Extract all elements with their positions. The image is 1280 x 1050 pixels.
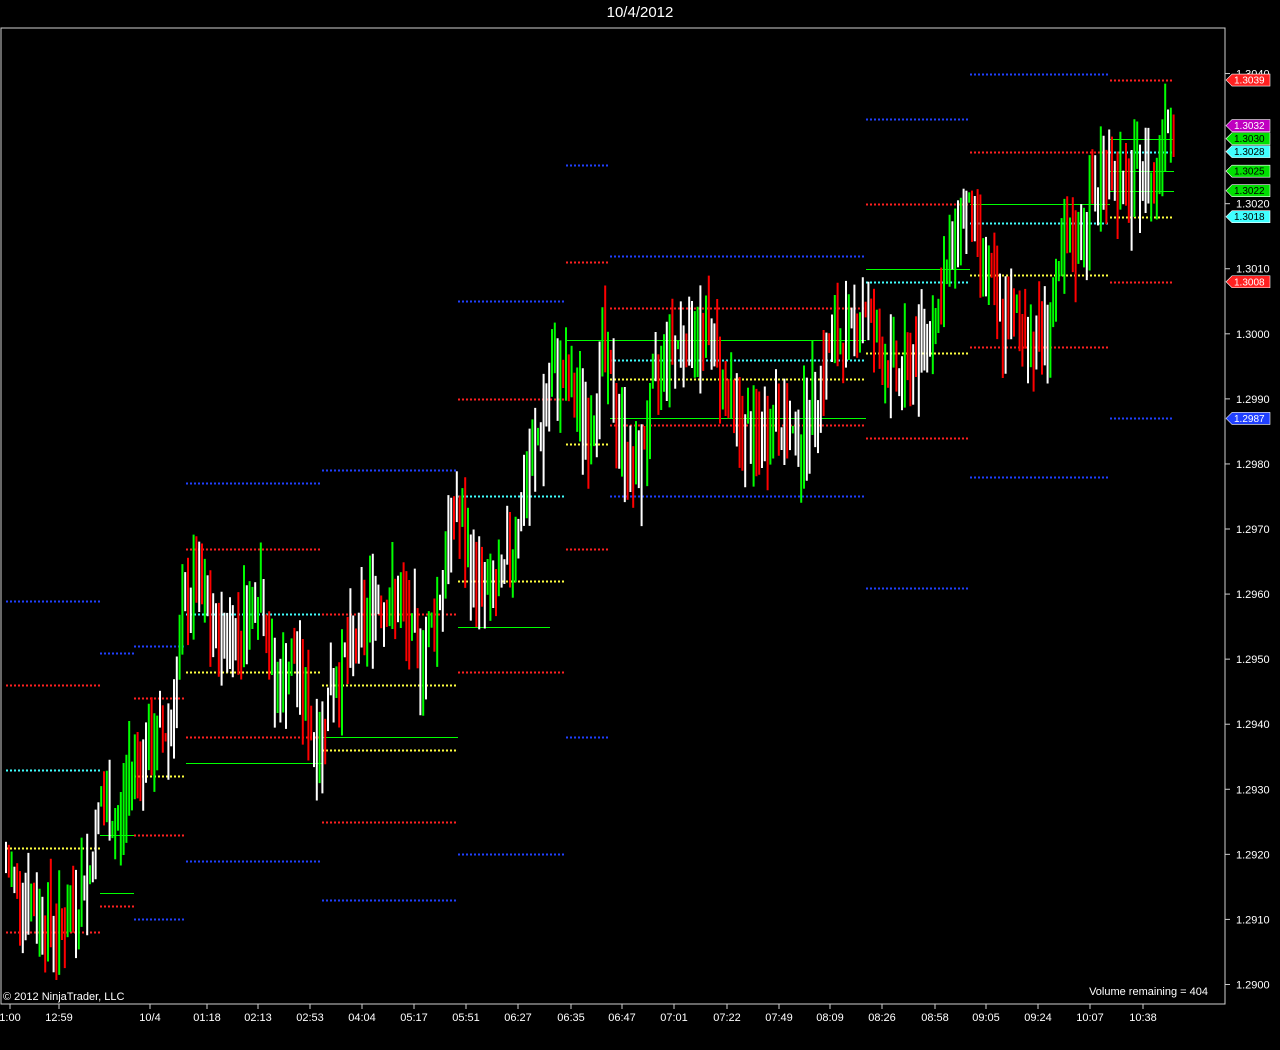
y-tick-label: 1.2950 bbox=[1236, 654, 1270, 666]
price-tags: 1.3039 1.3032 1.3030 1.3028 1.3025 1.3022 1.30… bbox=[1225, 73, 1271, 425]
x-tick-label: 05:17 bbox=[400, 1012, 428, 1024]
x-tick-label: 12:59 bbox=[45, 1012, 73, 1024]
x-tick-label: 05:51 bbox=[452, 1012, 480, 1024]
y-tick-label: 1.2930 bbox=[1236, 784, 1270, 796]
volume-remaining: Volume remaining = 404 bbox=[1089, 986, 1208, 998]
price-tag-label: 1.3008 bbox=[1234, 277, 1265, 288]
price-axis: 1.30401.30201.30101.30001.29901.29801.29… bbox=[1225, 69, 1270, 991]
bars-layer bbox=[5, 83, 1175, 980]
price-tag-label: 1.3032 bbox=[1234, 121, 1265, 132]
x-tick-label: 08:26 bbox=[868, 1012, 896, 1024]
x-tick-label: 08:09 bbox=[816, 1012, 844, 1024]
price-tag-label: 1.3030 bbox=[1234, 134, 1265, 145]
y-tick-label: 1.3020 bbox=[1236, 199, 1270, 211]
x-tick-label: 1:00 bbox=[0, 1012, 21, 1024]
y-tick-label: 1.2920 bbox=[1236, 849, 1270, 861]
y-tick-label: 1.2910 bbox=[1236, 914, 1270, 926]
time-axis: 1:00 12:59 10/4 01:18 02:13 02:53 04:04 05:17 05… bbox=[0, 1004, 1157, 1024]
copyright-text: © 2012 NinjaTrader, LLC bbox=[3, 991, 125, 1003]
x-tick-label: 07:49 bbox=[765, 1012, 793, 1024]
x-tick-label: 02:53 bbox=[296, 1012, 324, 1024]
y-tick-label: 1.2990 bbox=[1236, 394, 1270, 406]
x-tick-label: 09:24 bbox=[1024, 1012, 1052, 1024]
x-tick-label: 10/4 bbox=[139, 1012, 160, 1024]
x-tick-label: 07:01 bbox=[660, 1012, 688, 1024]
price-tag-label: 1.3018 bbox=[1234, 212, 1265, 223]
y-tick-label: 1.2970 bbox=[1236, 524, 1270, 536]
y-tick-label: 1.2900 bbox=[1236, 979, 1270, 991]
x-tick-label: 08:58 bbox=[921, 1012, 949, 1024]
x-tick-label: 10:38 bbox=[1129, 1012, 1157, 1024]
y-tick-label: 1.2960 bbox=[1236, 589, 1270, 601]
x-tick-label: 01:18 bbox=[193, 1012, 221, 1024]
x-tick-label: 06:47 bbox=[608, 1012, 636, 1024]
price-chart[interactable]: 1.30401.30201.30101.30001.29901.29801.29… bbox=[0, 0, 1280, 1050]
price-tag-label: 1.3022 bbox=[1234, 186, 1265, 197]
y-tick-label: 1.2980 bbox=[1236, 459, 1270, 471]
x-tick-label: 02:13 bbox=[244, 1012, 272, 1024]
price-tag-label: 1.3039 bbox=[1234, 76, 1265, 87]
x-tick-label: 04:04 bbox=[348, 1012, 376, 1024]
x-tick-label: 10:07 bbox=[1076, 1012, 1104, 1024]
y-tick-label: 1.2940 bbox=[1236, 719, 1270, 731]
x-tick-label: 09:05 bbox=[972, 1012, 1000, 1024]
y-tick-label: 1.3010 bbox=[1236, 264, 1270, 276]
x-tick-label: 06:27 bbox=[504, 1012, 532, 1024]
price-tag-label: 1.3028 bbox=[1234, 147, 1265, 158]
x-tick-label: 06:35 bbox=[557, 1012, 585, 1024]
levels-layer bbox=[6, 73, 1174, 934]
y-tick-label: 1.3000 bbox=[1236, 329, 1270, 341]
plot-border bbox=[0, 27, 1226, 1005]
price-tag-label: 1.2987 bbox=[1234, 414, 1265, 425]
price-tag-label: 1.3025 bbox=[1234, 167, 1265, 178]
x-tick-label: 07:22 bbox=[713, 1012, 741, 1024]
